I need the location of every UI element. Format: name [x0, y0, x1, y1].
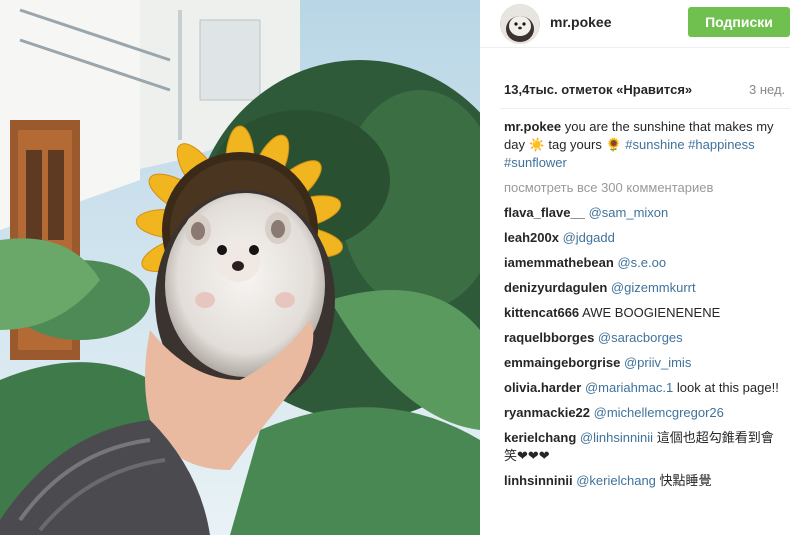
comment-text: look at this page!! [676, 380, 779, 395]
post-time[interactable]: 3 нед. [749, 82, 785, 97]
comment-mention[interactable]: @priiv_imis [624, 355, 691, 370]
comment-username[interactable]: kerielchang [504, 430, 576, 445]
comment-item: ryanmackie22 @michellemcgregor26 [504, 404, 786, 422]
comment-username[interactable]: emmaingeborgrise [504, 355, 620, 370]
comment-item: leah200x @jdgadd [504, 229, 786, 247]
caption: mr.pokee you are the sunshine that makes… [504, 118, 786, 172]
comment-mention[interactable]: @s.e.oo [617, 255, 666, 270]
hedgehog-sunflower-image [0, 0, 480, 535]
likes-count[interactable]: 13,4тыс. отметок «Нравится» [504, 82, 692, 97]
comment-mention[interactable]: @linhsinninii [580, 430, 653, 445]
comment-username[interactable]: leah200x [504, 230, 559, 245]
comment-item: iamemmathebean @s.e.oo [504, 254, 786, 272]
comment-username[interactable]: ryanmackie22 [504, 405, 590, 420]
comment-mention[interactable]: @kerielchang [576, 473, 656, 488]
comment-username[interactable]: kittencat666 [504, 305, 579, 320]
comment-username[interactable]: iamemmathebean [504, 255, 614, 270]
comment-text: AWE BOOGIENENENE [582, 305, 721, 320]
view-all-comments-link[interactable]: посмотреть все 300 комментариев [504, 179, 786, 197]
comment-username[interactable]: denizyurdagulen [504, 280, 607, 295]
post-photo[interactable] [0, 0, 480, 535]
comment-username[interactable]: olivia.harder [504, 380, 581, 395]
comment-username[interactable]: linhsinninii [504, 473, 573, 488]
hedgehog-avatar-icon[interactable] [500, 4, 540, 44]
comment-item: linhsinninii @kerielchang 快點睡覺 [504, 472, 786, 490]
follow-button[interactable]: Подписки [688, 7, 790, 37]
comment-mention[interactable]: @mariahmac.1 [585, 380, 673, 395]
comment-item: raquelbborges @saracborges [504, 329, 786, 347]
comment-username[interactable]: raquelbborges [504, 330, 594, 345]
post-sidebar: mr.pokee Подписки 13,4тыс. отметок «Нрав… [480, 0, 790, 535]
comment-username[interactable]: flava_flave__ [504, 205, 585, 220]
instagram-post: mr.pokee Подписки 13,4тыс. отметок «Нрав… [0, 0, 790, 535]
comment-item: kittencat666 AWE BOOGIENENENE [504, 304, 786, 322]
divider [500, 108, 790, 109]
caption-username[interactable]: mr.pokee [504, 119, 561, 134]
comment-mention[interactable]: @gizemmkurrt [611, 280, 696, 295]
comment-item: olivia.harder @mariahmac.1 look at this … [504, 379, 786, 397]
comments-list: mr.pokee you are the sunshine that makes… [504, 118, 786, 497]
comment-mention[interactable]: @sam_mixon [589, 205, 669, 220]
comment-mention[interactable]: @jdgadd [563, 230, 615, 245]
comment-mention[interactable]: @michellemcgregor26 [594, 405, 724, 420]
post-header: mr.pokee Подписки [480, 0, 790, 48]
comment-mention[interactable]: @saracborges [598, 330, 683, 345]
username-link[interactable]: mr.pokee [550, 14, 611, 30]
comment-item: denizyurdagulen @gizemmkurrt [504, 279, 786, 297]
comment-item: kerielchang @linhsinninii 這個也超勾錐看到會笑❤❤❤ [504, 429, 786, 465]
comment-item: flava_flave__ @sam_mixon [504, 204, 786, 222]
comment-item: emmaingeborgrise @priiv_imis [504, 354, 786, 372]
comment-text: 快點睡覺 [659, 473, 712, 488]
